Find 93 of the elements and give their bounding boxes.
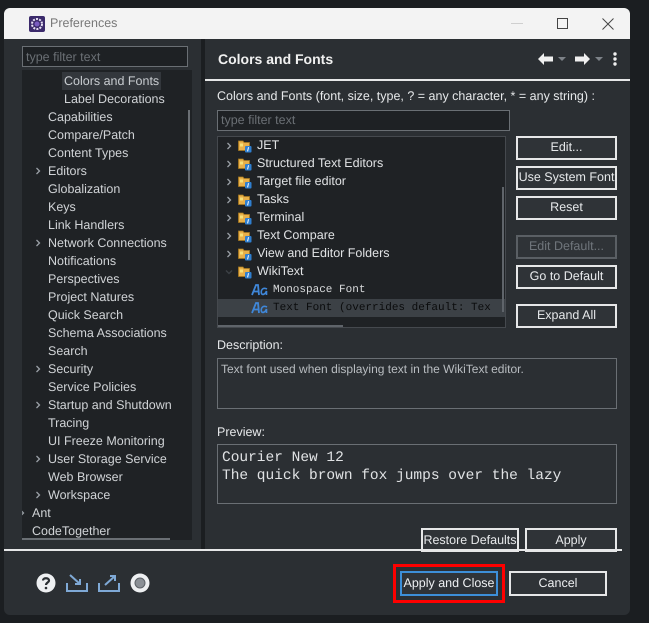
- maximize-icon[interactable]: [557, 18, 568, 29]
- tree-item[interactable]: Text Compare: [257, 226, 335, 246]
- filter-field[interactable]: type filter text: [217, 110, 510, 131]
- tree-item[interactable]: CodeTogether: [30, 522, 113, 540]
- tree-item[interactable]: Project Natures: [46, 288, 136, 306]
- tree-item[interactable]: Web Browser: [46, 468, 125, 486]
- button[interactable]: Expand All: [516, 304, 617, 328]
- chevron-right-icon[interactable]: [34, 365, 42, 373]
- tree-item[interactable]: Service Policies: [46, 378, 138, 396]
- tree-item[interactable]: Capabilities: [46, 108, 115, 126]
- tree-item[interactable]: Security: [46, 360, 96, 378]
- chevron-right-icon[interactable]: [225, 232, 233, 240]
- tree-item[interactable]: Startup and Shutdown: [46, 396, 174, 414]
- tree-item[interactable]: Globalization: [46, 180, 122, 198]
- tree-item[interactable]: Compare/Patch: [46, 126, 137, 144]
- button[interactable]: Use System Font: [516, 166, 617, 190]
- tree-item[interactable]: Link Handlers: [46, 216, 126, 234]
- tree-item[interactable]: Perspectives: [46, 270, 122, 288]
- help-icon[interactable]: [36, 573, 56, 593]
- tree-item[interactable]: Keys: [46, 198, 78, 216]
- intro-text: Colors and Fonts (font, size, type, ? = any character, * = any string) :: [217, 88, 596, 105]
- tree-item[interactable]: Colors and Fonts: [62, 72, 162, 90]
- forward-icon[interactable]: [575, 53, 590, 65]
- tree-item[interactable]: Notifications: [46, 252, 118, 270]
- tree-item[interactable]: WikiText: [257, 262, 304, 282]
- tree-item[interactable]: Label Decorations: [62, 90, 167, 108]
- chevron-right-icon[interactable]: [225, 214, 233, 222]
- chevron-right-icon[interactable]: [34, 167, 42, 175]
- dropdown-icon[interactable]: [558, 56, 566, 62]
- export-icon[interactable]: [98, 574, 120, 592]
- tree-item[interactable]: UI Freeze Monitoring: [46, 432, 167, 450]
- folder-icon: [238, 156, 252, 171]
- font-icon: [251, 302, 269, 314]
- chevron-right-icon[interactable]: [34, 401, 42, 409]
- folder-icon: [238, 192, 252, 207]
- button[interactable]: Go to Default: [516, 264, 617, 289]
- chevron-right-icon[interactable]: [225, 160, 233, 168]
- chevron-right-icon[interactable]: [34, 455, 42, 463]
- folder-icon: [238, 246, 252, 261]
- tree-item[interactable]: Tracing: [46, 414, 92, 432]
- tree-item[interactable]: Terminal: [257, 208, 304, 228]
- tree-item[interactable]: User Storage Service: [46, 450, 169, 468]
- description-label: Description:: [217, 336, 284, 354]
- tree-item[interactable]: Tasks: [257, 190, 289, 210]
- chevron-right-icon[interactable]: [225, 142, 233, 150]
- tree-item[interactable]: Workspace: [46, 486, 112, 504]
- button[interactable]: Apply: [525, 528, 617, 552]
- chevron-right-icon[interactable]: [34, 491, 42, 499]
- tree-item[interactable]: Quick Search: [46, 306, 126, 324]
- filter-field[interactable]: type filter text: [22, 46, 188, 67]
- record-icon[interactable]: [130, 573, 150, 593]
- chevron-right-icon[interactable]: [225, 250, 233, 258]
- tree-item[interactable]: Editors: [46, 162, 89, 180]
- tree-item[interactable]: View and Editor Folders: [257, 244, 390, 264]
- app-icon: [29, 16, 45, 32]
- folder-icon: [238, 264, 252, 279]
- tree-item[interactable]: Content Types: [46, 144, 130, 162]
- scrollbar[interactable]: [22, 538, 170, 540]
- chevron-right-icon[interactable]: [225, 178, 233, 186]
- preview-text: The quick brown fox jumps over the lazy: [222, 467, 562, 486]
- description-box: Text font used when displaying text in the WikiText editor.: [217, 358, 617, 408]
- dropdown-icon[interactable]: [595, 56, 603, 62]
- chevron-right-icon[interactable]: [34, 239, 42, 247]
- button[interactable]: Apply and Close: [400, 570, 498, 596]
- close-icon[interactable]: [602, 18, 614, 30]
- scrollbar[interactable]: [502, 186, 504, 312]
- button[interactable]: Edit...: [516, 136, 617, 160]
- folder-icon: [238, 174, 252, 189]
- tree-item[interactable]: Schema Associations: [46, 324, 169, 342]
- tree-item[interactable]: Network Connections: [46, 234, 169, 252]
- page-title: Colors and Fonts: [218, 50, 334, 68]
- folder-icon: [238, 210, 252, 225]
- tree-item[interactable]: JET: [257, 136, 280, 156]
- import-icon[interactable]: [66, 574, 88, 592]
- button[interactable]: Reset: [516, 196, 617, 220]
- preview-label: Preview:: [217, 424, 266, 440]
- tree-item[interactable]: Ant: [30, 504, 53, 522]
- window-title: Preferences: [50, 15, 118, 32]
- back-icon[interactable]: [538, 53, 553, 65]
- button[interactable]: Restore Defaults: [421, 528, 519, 552]
- scrollbar[interactable]: [218, 324, 343, 327]
- scrollbar[interactable]: [188, 110, 190, 260]
- tree-item[interactable]: Search: [46, 342, 90, 360]
- font-icon: [251, 284, 269, 296]
- folder-icon: [238, 138, 252, 153]
- tree-item[interactable]: Target file editor: [257, 172, 346, 192]
- button[interactable]: Cancel: [509, 570, 607, 596]
- tree-item[interactable]: Structured Text Editors: [257, 154, 384, 174]
- tree-item[interactable]: Monospace Font: [273, 282, 366, 298]
- preview-text: Courier New 12: [222, 449, 345, 468]
- menu-icon[interactable]: [613, 52, 617, 66]
- folder-icon: [238, 228, 252, 243]
- chevron-right-icon[interactable]: [225, 196, 233, 204]
